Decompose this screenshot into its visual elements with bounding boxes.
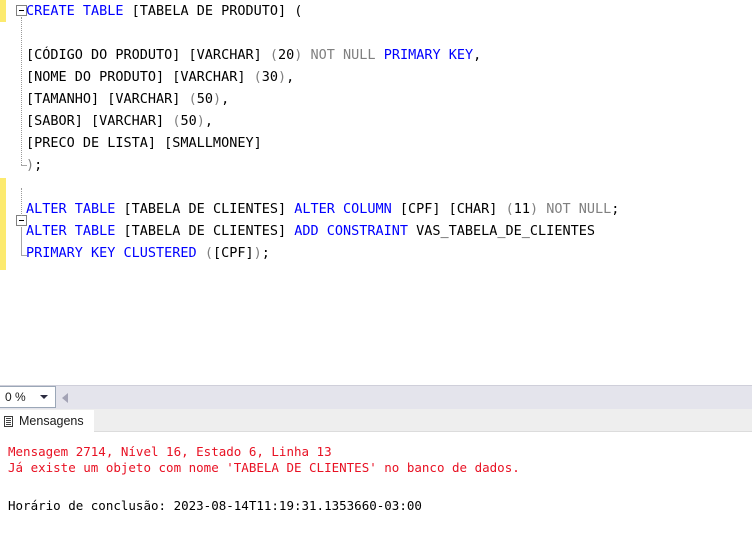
results-panel: Mensagens Mensagem 2714, Nível 16, Estad…: [0, 409, 752, 540]
code-token: ): [277, 69, 287, 85]
chevron-down-icon[interactable]: [40, 395, 48, 399]
code-token: VAS_TABELA_DE_CLIENTES: [408, 223, 595, 239]
code-token: 50: [180, 113, 197, 129]
outline-guide-line: [21, 17, 23, 165]
results-tabstrip: Mensagens: [0, 409, 752, 432]
code-token: ,: [473, 47, 482, 63]
code-line[interactable]: [CÓDIGO DO PRODUTO] [VARCHAR] (20) NOT N…: [26, 44, 752, 66]
code-token: 50: [196, 91, 213, 107]
code-token: ;: [261, 245, 270, 261]
code-line[interactable]: PRIMARY KEY CLUSTERED ([CPF]);: [26, 242, 752, 264]
code-token: (: [253, 69, 262, 85]
code-token: ): [253, 245, 262, 261]
scroll-left-arrow-icon[interactable]: [62, 393, 68, 403]
code-token: [CÓDIGO DO PRODUTO] [VARCHAR]: [26, 47, 270, 63]
messages-icon: [4, 415, 13, 427]
code-token: ;: [34, 157, 43, 173]
error-message-line: Já existe um objeto com nome 'TABELA DE …: [8, 460, 520, 475]
code-token: [PRECO DE LISTA] [SMALLMONEY]: [26, 135, 262, 151]
code-token: NOT NULL: [310, 47, 376, 63]
code-token: [TABELA DE PRODUTO] (: [123, 3, 303, 19]
code-token: ): [196, 113, 205, 129]
horizontal-scrollbar[interactable]: [57, 386, 752, 409]
code-token: ALTER TABLE: [26, 223, 116, 239]
code-text-area[interactable]: CREATE TABLE [TABELA DE PRODUTO] ( [CÓDI…: [26, 0, 752, 264]
editor-bottom-bar: 0 %: [0, 385, 752, 409]
code-token: ,: [221, 91, 230, 107]
code-token: 11: [513, 201, 530, 217]
code-token: CREATE TABLE: [26, 3, 124, 19]
code-token: ): [26, 157, 35, 173]
code-line[interactable]: CREATE TABLE [TABELA DE PRODUTO] (: [26, 0, 752, 22]
code-token: ,: [286, 69, 295, 85]
code-token: [NOME DO PRODUTO] [VARCHAR]: [26, 69, 254, 85]
code-token: ): [529, 201, 539, 217]
info-message-line: Horário de conclusão: 2023-08-14T11:19:3…: [8, 498, 422, 513]
error-message-line: Mensagem 2714, Nível 16, Estado 6, Linha…: [8, 444, 332, 459]
code-line[interactable]: [SABOR] [VARCHAR] (50),: [26, 110, 752, 132]
code-token: [TAMANHO] [VARCHAR]: [26, 91, 189, 107]
code-token: ALTER COLUMN: [294, 201, 392, 217]
code-token: NOT NULL: [546, 201, 612, 217]
code-line[interactable]: ALTER TABLE [TABELA DE CLIENTES] ALTER C…: [26, 198, 752, 220]
code-token: (: [505, 201, 514, 217]
code-token: ): [212, 91, 222, 107]
outline-guide-line: [21, 188, 23, 216]
ssms-query-window: CREATE TABLE [TABELA DE PRODUTO] ( [CÓDI…: [0, 0, 752, 540]
code-token: (: [204, 245, 213, 261]
code-token: ALTER TABLE: [26, 201, 116, 217]
code-line[interactable]: [TAMANHO] [VARCHAR] (50),: [26, 88, 752, 110]
outlining-gutter[interactable]: [6, 0, 27, 385]
code-token: (: [188, 91, 197, 107]
tab-mensagens[interactable]: Mensagens: [0, 410, 94, 432]
code-line[interactable]: [NOME DO PRODUTO] [VARCHAR] (30),: [26, 66, 752, 88]
code-token: PRIMARY KEY CLUSTERED: [26, 245, 197, 261]
code-token: [CPF] [CHAR]: [391, 201, 506, 217]
code-token: [TABELA DE CLIENTES]: [115, 201, 295, 217]
tab-mensagens-label: Mensagens: [19, 414, 84, 428]
code-token: 30: [261, 69, 278, 85]
zoom-level-value: 0 %: [5, 390, 26, 404]
code-token: [SABOR] [VARCHAR]: [26, 113, 173, 129]
code-token: (: [269, 47, 278, 63]
code-token: ADD CONSTRAINT: [294, 223, 409, 239]
code-token: [TABELA DE CLIENTES]: [115, 223, 295, 239]
code-token: PRIMARY KEY: [383, 47, 474, 63]
code-line[interactable]: );: [26, 154, 752, 176]
code-token: 20: [277, 47, 295, 63]
code-line[interactable]: [26, 176, 752, 198]
code-token: ,: [204, 113, 213, 129]
code-token: [CPF]: [212, 245, 254, 261]
code-line[interactable]: [PRECO DE LISTA] [SMALLMONEY]: [26, 132, 752, 154]
code-line[interactable]: [26, 22, 752, 44]
code-token: ;: [611, 201, 620, 217]
outline-guide-line: [21, 227, 23, 255]
code-line[interactable]: ALTER TABLE [TABELA DE CLIENTES] ADD CON…: [26, 220, 752, 242]
sql-editor[interactable]: CREATE TABLE [TABELA DE PRODUTO] ( [CÓDI…: [0, 0, 752, 385]
zoom-level-combobox[interactable]: 0 %: [0, 386, 56, 408]
messages-output[interactable]: Mensagem 2714, Nível 16, Estado 6, Linha…: [0, 432, 752, 540]
